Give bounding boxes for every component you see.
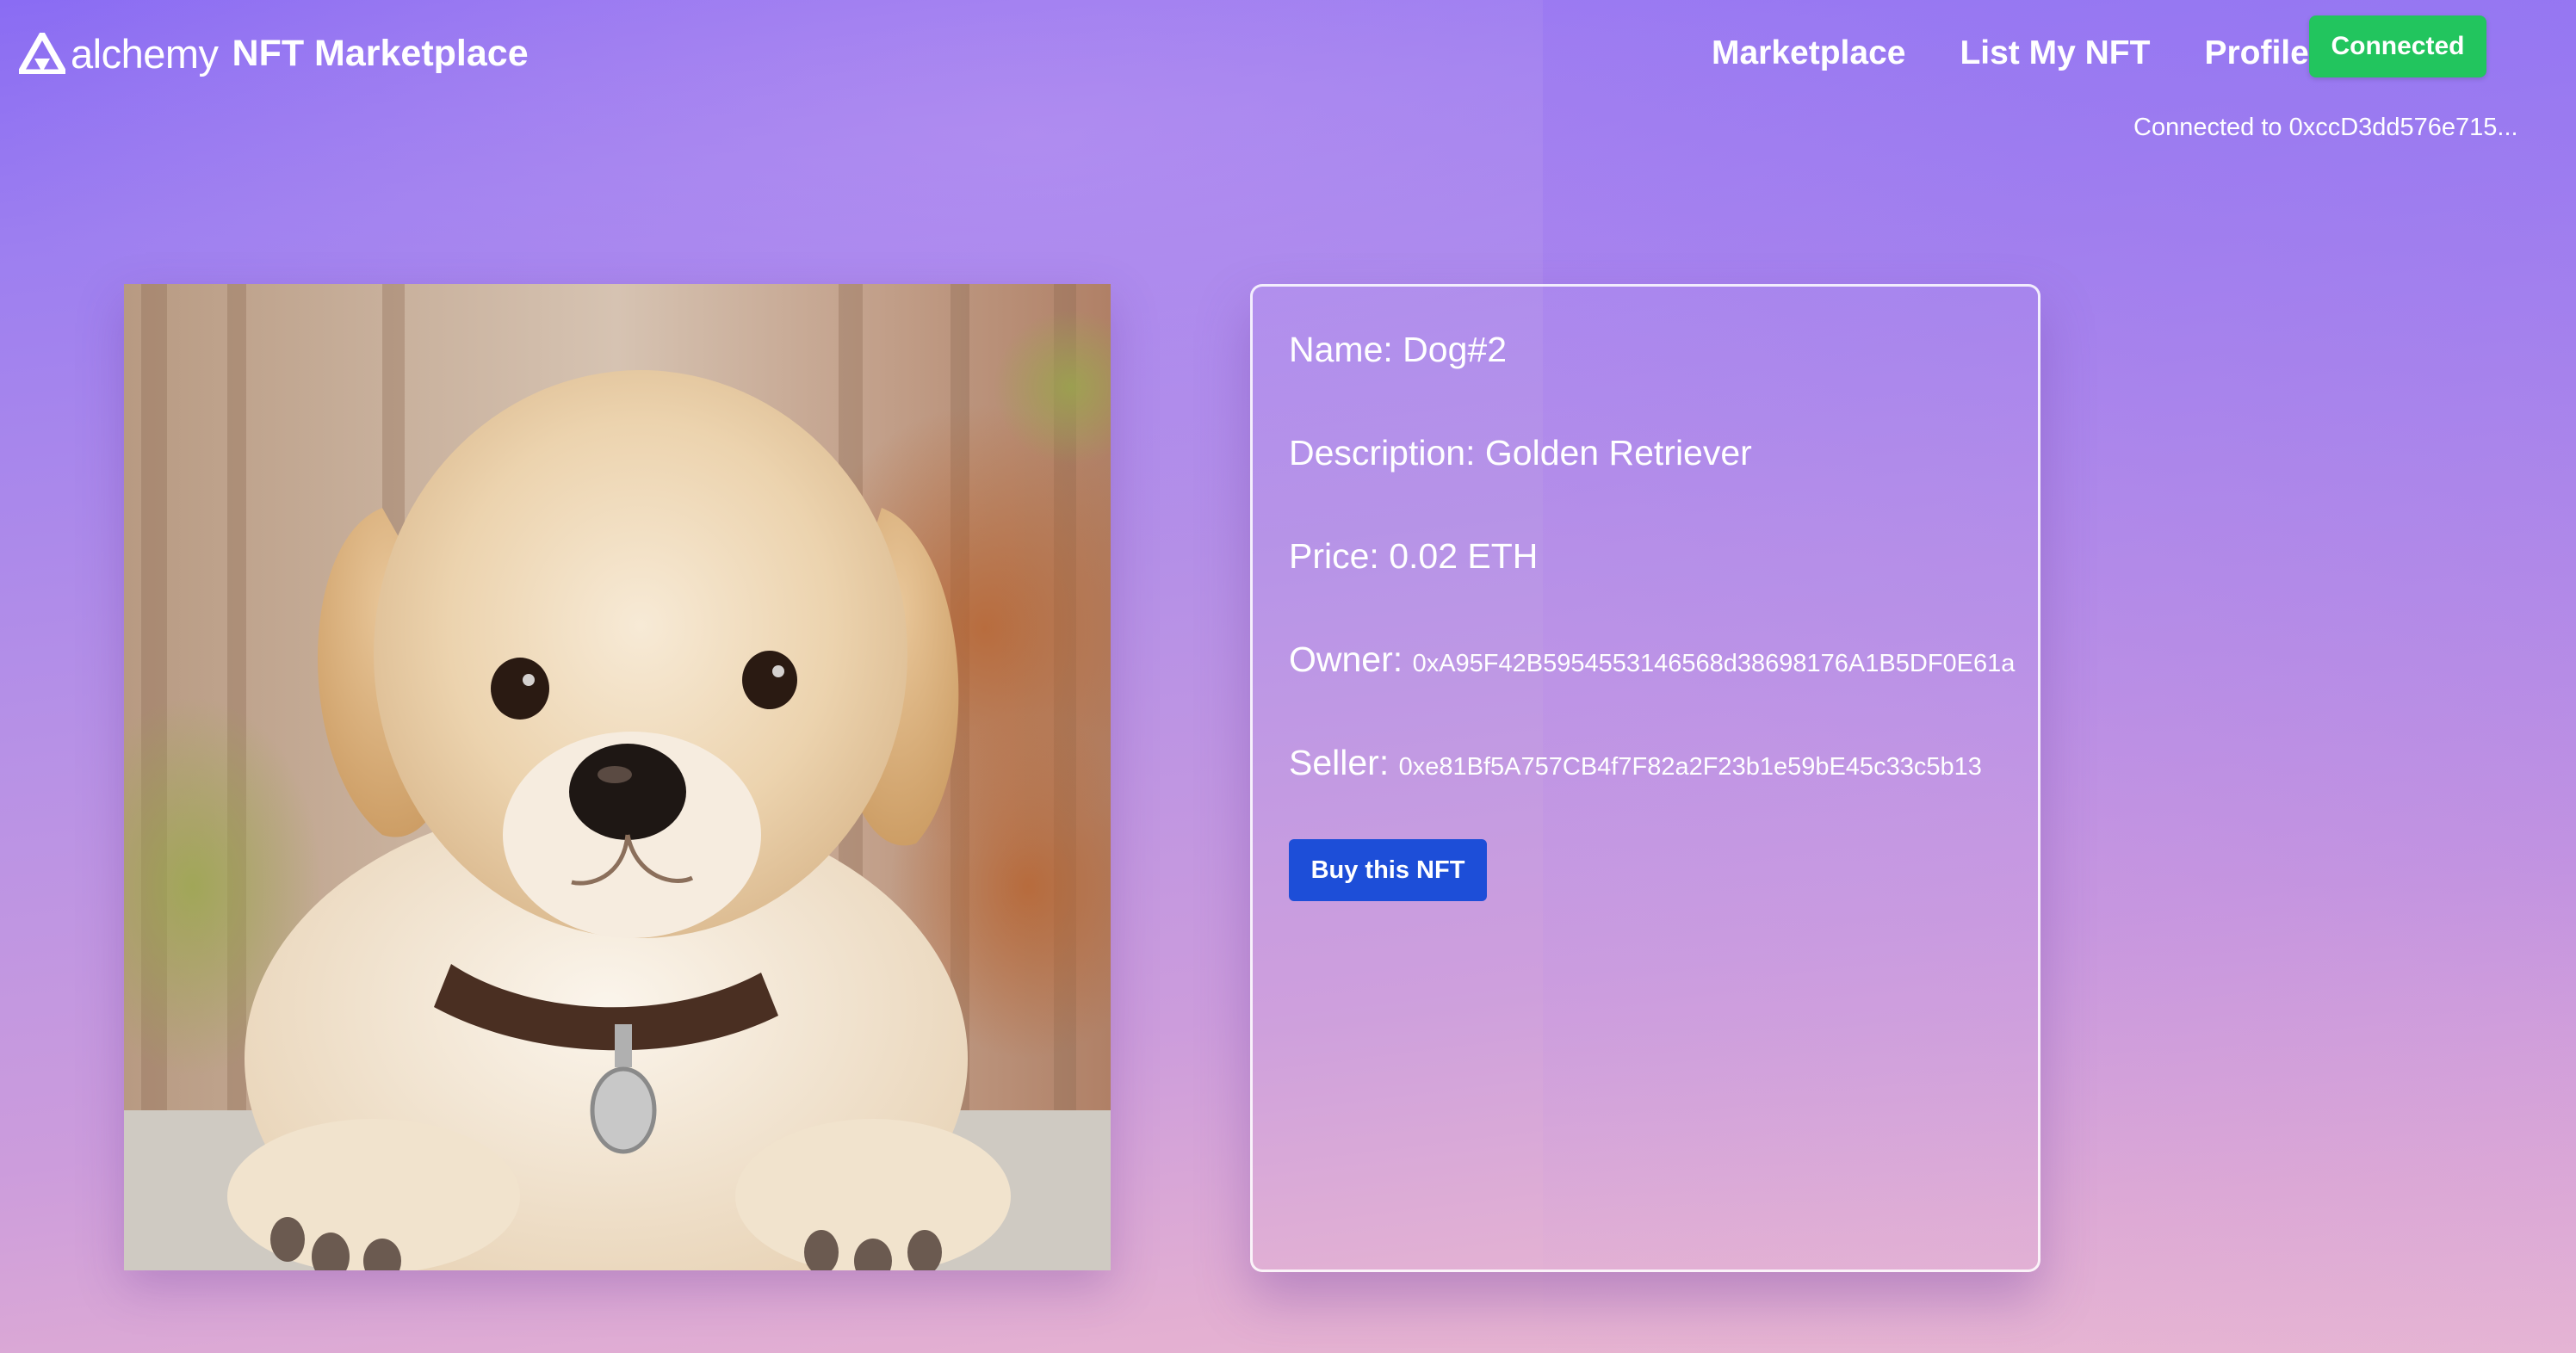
nav-link-list-my-nft[interactable]: List My NFT (1960, 31, 2150, 76)
owner-label: Owner: (1289, 639, 1403, 679)
nav-link-profile[interactable]: Profile (2204, 31, 2308, 76)
buy-nft-button[interactable]: Buy this NFT (1289, 839, 1487, 901)
nft-image (124, 284, 1111, 1270)
nav-link-marketplace[interactable]: Marketplace (1712, 31, 1905, 76)
brand-logo[interactable]: alchemy NFT Marketplace (19, 26, 529, 81)
seller-address: 0xe81Bf5A757CB4f7F82a2F23b1e59bE45c33c5b… (1398, 753, 1982, 781)
seller-label: Seller: (1289, 743, 1390, 782)
golden-retriever-puppy-image (124, 284, 1111, 1270)
owner-address: 0xA95F42B5954553146568d38698176A1B5DF0E6… (1412, 650, 2016, 677)
nft-price-row: Price: 0.02 ETH (1289, 536, 1538, 577)
nft-name-row: Name: Dog#2 (1289, 330, 1507, 370)
nft-description: Golden Retriever (1484, 433, 1752, 473)
name-label: Name: (1289, 330, 1393, 369)
nft-details-card: Name: Dog#2 Description: Golden Retrieve… (1250, 284, 2040, 1272)
nft-name: Dog#2 (1403, 330, 1507, 369)
main-nav: Marketplace List My NFT Profile (1712, 31, 2363, 76)
description-label: Description: (1289, 433, 1476, 473)
price-label: Price: (1289, 536, 1379, 576)
connected-address-text: Connected to 0xccD3dd576e715... (2133, 114, 2518, 141)
nft-description-row: Description: Golden Retriever (1289, 433, 1752, 473)
connect-wallet-button[interactable]: Connected (2309, 15, 2486, 77)
nft-seller-row: Seller: 0xe81Bf5A757CB4f7F82a2F23b1e59bE… (1289, 743, 1982, 783)
alchemy-logo-icon (19, 33, 65, 74)
nft-price: 0.02 ETH (1389, 536, 1539, 576)
logo-text: alchemy (71, 30, 219, 77)
site-title: NFT Marketplace (232, 32, 529, 74)
nft-owner-row: Owner: 0xA95F42B5954553146568d38698176A1… (1289, 639, 2015, 680)
